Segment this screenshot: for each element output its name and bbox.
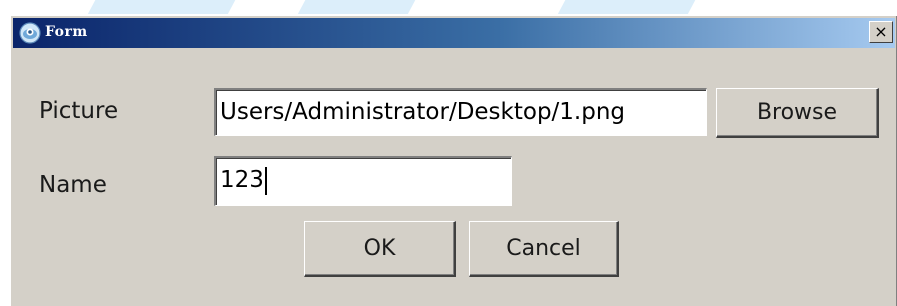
cancel-button[interactable]: Cancel <box>469 221 619 277</box>
close-button[interactable]: × <box>869 21 893 43</box>
text-caret <box>264 166 267 195</box>
name-field[interactable]: 123 <box>214 156 512 206</box>
title-bar[interactable]: Form × <box>13 18 895 48</box>
picture-path-value: Users/Administrator/Desktop/1.png <box>220 99 626 125</box>
app-window-icon <box>19 22 41 44</box>
browse-button[interactable]: Browse <box>716 88 879 138</box>
cancel-button-label: Cancel <box>506 236 581 261</box>
browse-button-label: Browse <box>756 100 838 125</box>
picture-label: Picture <box>39 98 119 124</box>
form-dialog: Form × Picture Users/Administrator/Deskt… <box>9 14 897 306</box>
name-value: 123 <box>220 167 264 193</box>
picture-path-field[interactable]: Users/Administrator/Desktop/1.png <box>214 88 707 136</box>
close-icon: × <box>874 22 888 41</box>
ok-button[interactable]: OK <box>304 221 456 277</box>
ok-button-label: OK <box>363 236 396 261</box>
name-label: Name <box>39 172 107 198</box>
window-title: Form <box>45 24 88 40</box>
